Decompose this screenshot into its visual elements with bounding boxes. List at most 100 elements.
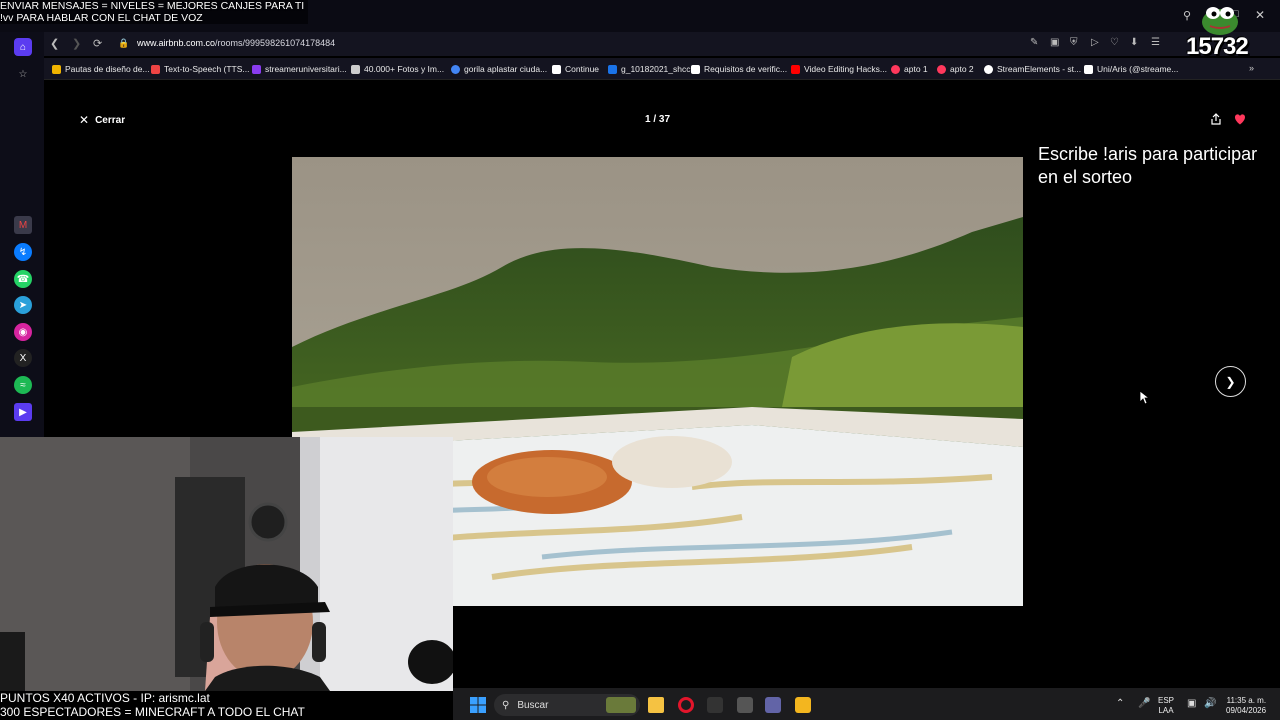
bookmark-icon — [552, 64, 561, 74]
telegram-icon[interactable]: ➤ — [14, 296, 32, 314]
spotify-icon[interactable]: ≈ — [14, 376, 32, 394]
close-label: Cerrar — [95, 114, 126, 126]
webcam-feed — [0, 437, 453, 691]
raffle-line: Escribe !aris para participar — [1038, 144, 1258, 164]
play-icon[interactable]: ▷ — [1091, 37, 1099, 48]
back-icon[interactable]: ❮ — [50, 37, 59, 50]
volume-icon[interactable]: 🔊 — [1204, 698, 1216, 709]
bookmark-item[interactable]: Requisitos de verific... — [691, 64, 787, 74]
star-icon[interactable]: ☆ — [14, 65, 32, 83]
close-window-icon[interactable]: ✕ — [1255, 8, 1265, 22]
bookmark-item[interactable]: g_10182021_shcc — [608, 64, 690, 74]
network-icon[interactable]: ▣ — [1187, 698, 1196, 709]
banner-line: ENVIAR MENSAJES = NIVELES = MEJORES CANJ… — [0, 0, 305, 12]
lock-icon: 🔒 — [118, 38, 130, 48]
bookmarks-overflow-icon[interactable]: » — [1249, 63, 1254, 73]
banner-line: 300 ESPECTADORES = MINECRAFT A TODO EL C… — [0, 705, 305, 719]
bookmark-label: apto 2 — [950, 64, 974, 74]
bookmark-icon — [151, 64, 160, 74]
close-gallery-button[interactable]: ✕ Cerrar — [79, 113, 125, 127]
instagram-icon[interactable]: ◉ — [14, 323, 32, 341]
search-highlight-icon — [606, 697, 636, 713]
bookmark-icon — [691, 64, 700, 74]
save-heart-icon[interactable] — [1233, 112, 1247, 126]
photo-counter: 1 / 37 — [645, 114, 671, 125]
opera-icon[interactable] — [678, 697, 694, 713]
file-explorer-icon[interactable] — [648, 697, 664, 713]
chevron-up-icon[interactable]: ⌃ — [1116, 698, 1124, 709]
close-icon: ✕ — [79, 113, 90, 127]
heart-outline-icon[interactable]: ♡ — [1110, 37, 1119, 48]
bookmark-label: Text-to-Speech (TTS... — [164, 64, 250, 74]
follower-counter: 15732 — [1186, 33, 1249, 60]
raffle-overlay: Escribe !aris para participar en el sort… — [1038, 143, 1257, 189]
bookmark-item[interactable]: apto 1 — [891, 64, 928, 74]
lang-line: ESP — [1158, 696, 1175, 705]
messenger-icon[interactable]: ↯ — [14, 243, 32, 261]
banner-line: !vv PARA HABLAR CON EL CHAT DE VOZ — [0, 12, 203, 24]
bookmark-icon — [351, 64, 360, 74]
chevron-right-icon: ❯ — [1225, 374, 1236, 389]
bookmark-item[interactable]: Pautas de diseño de... — [52, 64, 150, 74]
bookmark-item[interactable]: gorila aplastar ciuda... — [451, 64, 547, 74]
url-domain: www.airbnb.com.co — [137, 38, 216, 48]
bookmark-item[interactable]: Continue — [552, 64, 599, 74]
windows-start-icon[interactable] — [470, 697, 486, 713]
lang-line: LAA — [1158, 706, 1174, 715]
clock-time: 11:35 a. m. — [1226, 696, 1267, 705]
edit-icon[interactable]: ✎ — [1030, 37, 1038, 48]
bookmark-label: streameruniversitari... — [265, 64, 347, 74]
stream-banner-bottom: PUNTOS X40 ACTIVOS - IP: arismc.lat 300 … — [0, 691, 305, 719]
download-icon[interactable]: ⬇ — [1130, 37, 1138, 48]
bookmark-icon — [451, 64, 460, 74]
bookmark-item[interactable]: streameruniversitari... — [252, 64, 347, 74]
whatsapp-icon[interactable]: ☎ — [14, 270, 32, 288]
url-path: /rooms/999598261074178484 — [215, 38, 336, 48]
player-icon[interactable]: ▶ — [14, 403, 32, 421]
bookmark-item[interactable]: Uni/Aris (@streame... — [1084, 64, 1178, 74]
bookmark-item[interactable]: apto 2 — [937, 64, 974, 74]
gmail-icon[interactable]: M — [14, 216, 32, 234]
forward-icon[interactable]: ❯ — [72, 37, 81, 50]
app-icon[interactable] — [707, 697, 723, 713]
next-photo-button[interactable]: ❯ — [1215, 366, 1246, 397]
bookmark-label: Requisitos de verific... — [704, 64, 788, 74]
bookmark-item[interactable]: 40.000+ Fotos y Im... — [351, 64, 444, 74]
bookmark-item[interactable]: Video Editing Hacks... — [791, 64, 887, 74]
bookmark-icon — [1084, 64, 1093, 74]
share-icon[interactable] — [1210, 113, 1222, 125]
x-twitter-icon[interactable]: X — [14, 349, 32, 367]
language-indicator[interactable]: ESP LAA — [1158, 696, 1174, 716]
search-icon: ⚲ — [502, 699, 510, 711]
bookmark-icon — [891, 64, 900, 74]
stream-banner-top: ENVIAR MENSAJES = NIVELES = MEJORES CANJ… — [0, 0, 309, 24]
teams-icon[interactable] — [765, 697, 781, 713]
bookmark-label: StreamElements - st... — [997, 64, 1082, 74]
clock[interactable]: 11:35 a. m. 09/04/2026 — [1226, 696, 1266, 716]
app-icon[interactable] — [737, 697, 753, 713]
clock-date: 09/04/2026 — [1226, 706, 1267, 715]
bookmark-icon — [984, 64, 993, 74]
bookmark-label: apto 1 — [904, 64, 928, 74]
raffle-line: en el sorteo — [1038, 167, 1133, 187]
home-icon[interactable]: ⌂ — [14, 38, 32, 56]
bookmark-label: Uni/Aris (@streame... — [1097, 64, 1179, 74]
bookmark-item[interactable]: Text-to-Speech (TTS... — [151, 64, 250, 74]
bookmark-icon — [937, 64, 946, 74]
store-icon[interactable] — [795, 697, 811, 713]
shield-icon[interactable]: ⛨ — [1070, 37, 1078, 48]
banner-line: PUNTOS X40 ACTIVOS - IP: arismc.lat — [0, 691, 210, 705]
camera-icon[interactable]: ▣ — [1050, 37, 1059, 48]
search-icon[interactable]: ⚲ — [1183, 9, 1191, 22]
menu-icon[interactable]: ☰ — [1151, 37, 1160, 48]
microphone-icon[interactable]: 🎤 — [1138, 698, 1150, 709]
bookmark-icon — [252, 64, 261, 74]
mouse-cursor-icon — [1139, 390, 1151, 405]
reload-icon[interactable]: ⟳ — [93, 37, 102, 50]
bookmark-icon — [608, 64, 617, 74]
bookmark-label: gorila aplastar ciuda... — [464, 64, 548, 74]
bookmark-label: Video Editing Hacks... — [804, 64, 887, 74]
bookmark-item[interactable]: StreamElements - st... — [984, 64, 1081, 74]
bookmark-label: g_10182021_shcc — [621, 64, 691, 74]
address-bar[interactable]: www.airbnb.com.co/rooms/9995982610741784… — [137, 38, 335, 48]
